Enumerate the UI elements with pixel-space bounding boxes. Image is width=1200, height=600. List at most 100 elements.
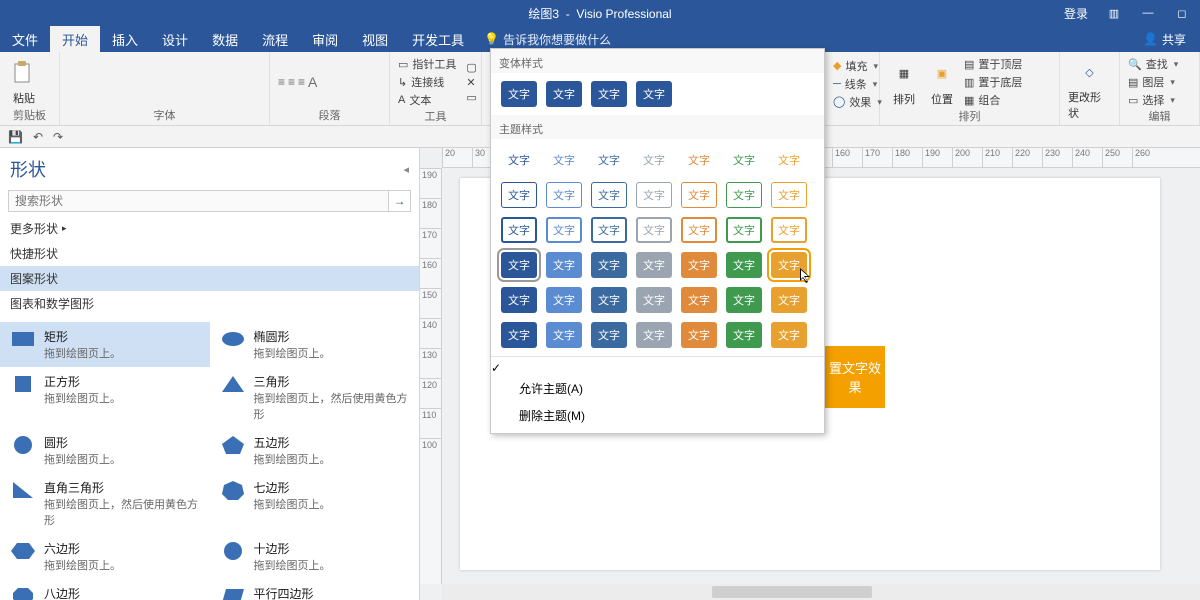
layers-button[interactable]: ▤图层 bbox=[1128, 74, 1178, 90]
remove-theme-item[interactable]: 删除主题(M) bbox=[491, 402, 824, 429]
select-button[interactable]: ▭选择 bbox=[1128, 92, 1178, 108]
pointer-tool[interactable]: ▭指针工具 bbox=[398, 56, 456, 72]
login-link[interactable]: 登录 bbox=[1064, 5, 1088, 22]
shape-item[interactable]: 五边形拖到绘图页上。 bbox=[210, 428, 420, 473]
text-tool[interactable]: A文本 bbox=[398, 92, 456, 108]
ribbon-options-icon[interactable]: ▥ bbox=[1106, 5, 1122, 21]
style-swatch[interactable]: 文字 bbox=[726, 252, 762, 278]
shape-item[interactable]: 十边形拖到绘图页上。 bbox=[210, 534, 420, 579]
style-swatch[interactable]: 文字 bbox=[546, 182, 582, 208]
bring-front-button[interactable]: ▤置于顶层 bbox=[964, 56, 1022, 72]
fill-button[interactable]: ◆填充 bbox=[833, 58, 882, 74]
tab-devtools[interactable]: 开发工具 bbox=[400, 26, 476, 52]
style-swatch[interactable]: 文字 bbox=[546, 287, 582, 313]
style-swatch[interactable]: 文字 bbox=[546, 252, 582, 278]
shape-item[interactable]: 直角三角形拖到绘图页上，然后使用黄色方形 bbox=[0, 473, 210, 534]
tab-process[interactable]: 流程 bbox=[250, 26, 300, 52]
style-swatch[interactable]: 文字 bbox=[771, 322, 807, 348]
style-swatch[interactable]: 文字 bbox=[681, 182, 717, 208]
style-swatch[interactable]: 文字 bbox=[591, 252, 627, 278]
tab-insert[interactable]: 插入 bbox=[100, 26, 150, 52]
style-swatch[interactable]: 文字 bbox=[636, 182, 672, 208]
align-left-icon[interactable]: ≡ bbox=[278, 75, 285, 89]
style-swatch[interactable]: 文字 bbox=[681, 287, 717, 313]
style-swatch[interactable]: 文字 bbox=[681, 147, 717, 173]
shape-item[interactable]: 平行四边形拖到绘图页上，然后使用黄色方形 bbox=[210, 579, 420, 600]
style-swatch[interactable]: 文字 bbox=[501, 287, 537, 313]
shapes-search-input[interactable] bbox=[8, 190, 389, 212]
style-swatch[interactable]: 文字 bbox=[591, 322, 627, 348]
style-swatch[interactable]: 文字 bbox=[636, 252, 672, 278]
shape-item[interactable]: 六边形拖到绘图页上。 bbox=[0, 534, 210, 579]
style-swatch[interactable]: 文字 bbox=[636, 217, 672, 243]
style-swatch[interactable]: 文字 bbox=[546, 217, 582, 243]
shape-item[interactable]: 圆形拖到绘图页上。 bbox=[0, 428, 210, 473]
cat-quick[interactable]: 快捷形状 bbox=[0, 241, 419, 266]
style-swatch[interactable]: 文字 bbox=[636, 287, 672, 313]
tab-data[interactable]: 数据 bbox=[200, 26, 250, 52]
style-swatch[interactable]: 文字 bbox=[546, 81, 582, 107]
style-swatch[interactable]: 文字 bbox=[591, 287, 627, 313]
style-swatch[interactable]: 文字 bbox=[636, 322, 672, 348]
style-swatch[interactable]: 文字 bbox=[546, 322, 582, 348]
style-swatch[interactable]: 文字 bbox=[636, 147, 672, 173]
shape-item[interactable]: 三角形拖到绘图页上，然后使用黄色方形 bbox=[210, 367, 420, 428]
style-swatch[interactable]: 文字 bbox=[501, 81, 537, 107]
font-size-up-icon[interactable]: A bbox=[308, 74, 317, 90]
style-swatch[interactable]: 文字 bbox=[501, 147, 537, 173]
x-tool-icon[interactable]: ✕ bbox=[466, 76, 476, 89]
shape-item[interactable]: 椭圆形拖到绘图页上。 bbox=[210, 322, 420, 367]
effect-button[interactable]: ◯效果 bbox=[833, 94, 882, 110]
style-swatch[interactable]: 文字 bbox=[501, 182, 537, 208]
style-swatch[interactable]: 文字 bbox=[591, 182, 627, 208]
group-shapes-button[interactable]: ▦组合 bbox=[964, 92, 1022, 108]
style-swatch[interactable]: 文字 bbox=[501, 252, 537, 278]
maximize-icon[interactable]: ◻ bbox=[1174, 5, 1190, 21]
style-swatch[interactable]: 文字 bbox=[771, 147, 807, 173]
style-swatch[interactable]: 文字 bbox=[591, 217, 627, 243]
align-right-icon[interactable]: ≡ bbox=[298, 75, 305, 89]
cat-basic[interactable]: 图案形状 bbox=[0, 266, 419, 291]
style-swatch[interactable]: 文字 bbox=[681, 322, 717, 348]
style-swatch[interactable]: 文字 bbox=[681, 252, 717, 278]
style-swatch[interactable]: 文字 bbox=[771, 217, 807, 243]
style-swatch[interactable]: 文字 bbox=[546, 147, 582, 173]
style-swatch[interactable]: 文字 bbox=[771, 287, 807, 313]
shape-item[interactable]: 矩形拖到绘图页上。 bbox=[0, 322, 210, 367]
connector-tool[interactable]: ↳连接线 bbox=[398, 74, 456, 90]
horizontal-scrollbar[interactable] bbox=[442, 584, 1200, 600]
find-button[interactable]: 🔍查找 bbox=[1128, 56, 1178, 72]
undo-icon[interactable]: ↶ bbox=[33, 130, 43, 144]
redo-icon[interactable]: ↷ bbox=[53, 130, 63, 144]
style-swatch[interactable]: 文字 bbox=[501, 322, 537, 348]
rect2-tool-icon[interactable]: ▭ bbox=[466, 91, 476, 104]
send-back-button[interactable]: ▥置于底层 bbox=[964, 74, 1022, 90]
collapse-icon[interactable]: ◂ bbox=[403, 163, 409, 176]
save-icon[interactable]: 💾 bbox=[8, 130, 23, 144]
style-swatch[interactable]: 文字 bbox=[636, 81, 672, 107]
style-swatch[interactable]: 文字 bbox=[726, 182, 762, 208]
style-swatch[interactable]: 文字 bbox=[771, 182, 807, 208]
tab-review[interactable]: 审阅 bbox=[300, 26, 350, 52]
style-swatch[interactable]: 文字 bbox=[591, 147, 627, 173]
shape-item[interactable]: 七边形拖到绘图页上。 bbox=[210, 473, 420, 534]
arrange-button[interactable]: ▦排列 bbox=[888, 58, 920, 107]
change-shape-button[interactable]: ◇更改形状 bbox=[1068, 56, 1111, 121]
style-swatch[interactable]: 文字 bbox=[726, 322, 762, 348]
cat-more[interactable]: 更多形状 ▸ bbox=[0, 216, 419, 241]
tab-view[interactable]: 视图 bbox=[350, 26, 400, 52]
shapes-search-go[interactable]: → bbox=[389, 190, 411, 212]
style-swatch[interactable]: 文字 bbox=[726, 147, 762, 173]
style-swatch[interactable]: 文字 bbox=[726, 217, 762, 243]
minimize-icon[interactable]: — bbox=[1140, 5, 1156, 21]
share-button[interactable]: 👤 共享 bbox=[1129, 26, 1200, 52]
style-swatch[interactable]: 文字 bbox=[501, 217, 537, 243]
tab-design[interactable]: 设计 bbox=[150, 26, 200, 52]
line-button[interactable]: ─线条 bbox=[833, 76, 882, 92]
scrollbar-thumb[interactable] bbox=[712, 586, 872, 598]
rect-tool-icon[interactable]: ▢ bbox=[466, 61, 476, 74]
style-swatch[interactable]: 文字 bbox=[726, 287, 762, 313]
style-swatch[interactable]: 文字 bbox=[591, 81, 627, 107]
tab-file[interactable]: 文件 bbox=[0, 26, 50, 52]
cat-chart[interactable]: 图表和数学图形 bbox=[0, 291, 419, 316]
